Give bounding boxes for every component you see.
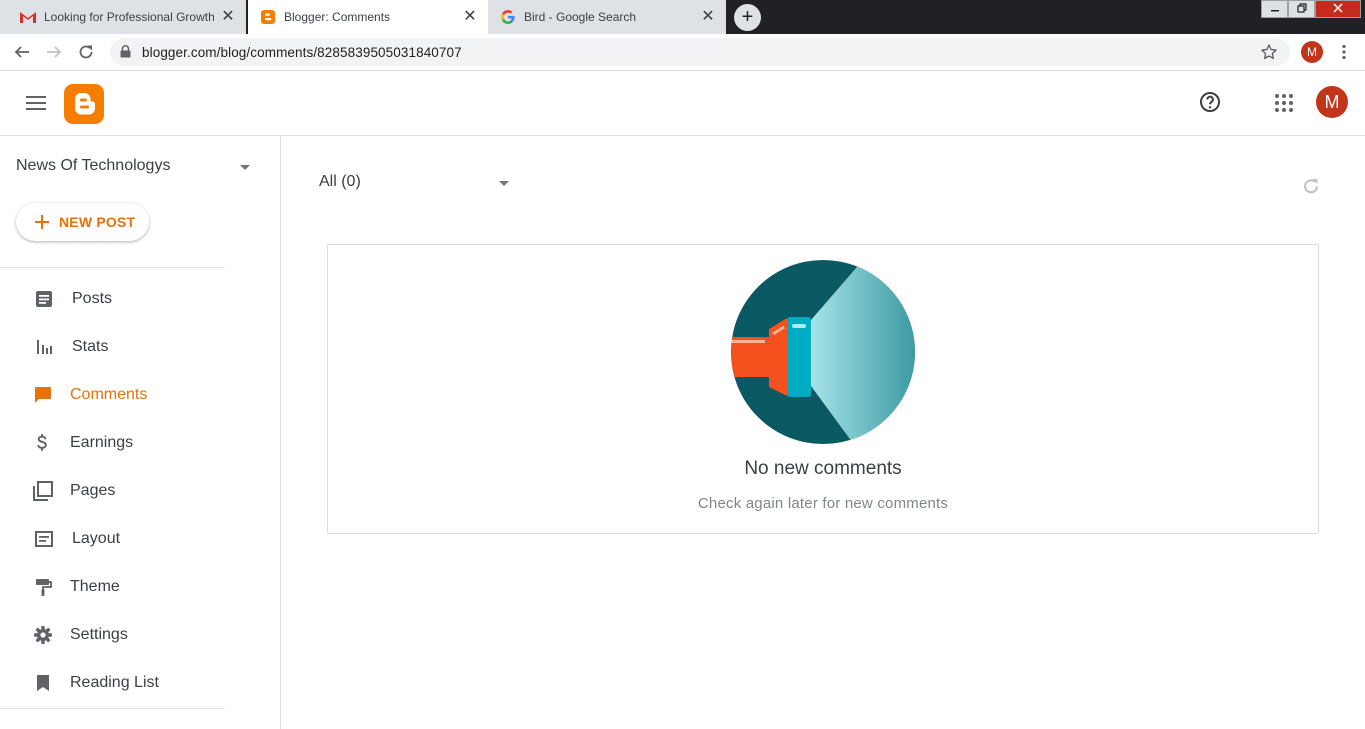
browser-profile-avatar[interactable]: M	[1301, 41, 1323, 63]
sidebar-item-label: Reading List	[70, 674, 159, 691]
minimize-window-icon[interactable]	[1261, 0, 1288, 18]
theme-icon	[31, 575, 55, 599]
sidebar-item-label: Theme	[70, 578, 120, 595]
sidebar-item-stats[interactable]: Stats	[0, 323, 281, 371]
sidebar-item-layout[interactable]: Layout	[0, 515, 281, 563]
browser-toolbar: blogger.com/blog/comments/82858395050318…	[0, 34, 1365, 71]
hamburger-menu-icon[interactable]	[24, 91, 48, 115]
address-bar[interactable]: blogger.com/blog/comments/82858395050318…	[110, 38, 1290, 66]
restore-window-icon[interactable]	[1288, 0, 1315, 18]
bookmark-star-icon[interactable]	[1260, 43, 1278, 66]
sidebar-item-label: Earnings	[70, 434, 134, 451]
help-icon[interactable]	[1198, 90, 1222, 114]
layout-icon	[32, 527, 56, 551]
blogger-icon	[260, 9, 276, 25]
lock-icon	[120, 45, 131, 63]
blog-name: News Of Technologys	[16, 157, 171, 174]
close-tab-icon[interactable]: ✕	[700, 9, 716, 25]
sidebar-item-pages[interactable]: Pages	[0, 467, 281, 515]
browser-tab-strip: Looking for Professional Growth? ✕ Blogg…	[0, 0, 1365, 34]
tab-title: Bird - Google Search	[524, 10, 637, 24]
sidebar-item-earnings[interactable]: Earnings	[0, 419, 281, 467]
new-post-button[interactable]: NEW POST	[16, 203, 149, 241]
sidebar-item-label: Stats	[72, 338, 109, 355]
sidebar-item-label: Settings	[70, 626, 128, 643]
url-text: blogger.com/blog/comments/82858395050318…	[142, 45, 462, 60]
sidebar-divider	[0, 708, 225, 709]
blogger-logo-icon[interactable]	[64, 84, 104, 124]
sidebar-item-label: Comments	[70, 386, 148, 403]
stats-icon	[32, 335, 56, 359]
browser-menu-icon[interactable]	[1336, 44, 1352, 60]
close-window-icon[interactable]	[1315, 0, 1361, 18]
comments-icon	[31, 383, 55, 407]
sidebar: News Of Technologys NEW POST Posts Stats…	[0, 136, 281, 729]
reading-list-icon	[31, 671, 55, 695]
sidebar-item-theme[interactable]: Theme	[0, 563, 281, 611]
sidebar-item-settings[interactable]: Settings	[0, 611, 281, 659]
sidebar-item-comments[interactable]: Comments	[0, 371, 281, 419]
refresh-icon[interactable]	[1299, 174, 1323, 198]
settings-icon	[31, 623, 55, 647]
google-icon	[500, 9, 516, 25]
pages-icon	[31, 479, 55, 503]
app-header: M	[0, 71, 1365, 136]
sidebar-item-label: Posts	[72, 290, 113, 307]
tab-title: Blogger: Comments	[284, 10, 391, 24]
sidebar-item-posts[interactable]: Posts	[0, 275, 281, 323]
tab-blogger-comments[interactable]: Blogger: Comments ✕	[248, 0, 488, 34]
plus-icon	[34, 214, 50, 230]
blog-selector[interactable]: News Of Technologys	[16, 157, 256, 179]
earnings-icon	[30, 431, 54, 455]
comment-filter-dropdown[interactable]: All (0)	[319, 173, 511, 195]
tab-gmail[interactable]: Looking for Professional Growth? ✕	[0, 0, 246, 34]
back-icon[interactable]	[10, 40, 34, 64]
chevron-down-icon	[499, 181, 509, 186]
empty-state-title: No new comments	[744, 458, 902, 479]
chevron-down-icon	[240, 165, 250, 170]
flashlight-illustration-icon	[731, 260, 917, 446]
posts-icon	[32, 287, 56, 311]
sidebar-item-label: Layout	[72, 530, 121, 547]
reload-icon[interactable]	[74, 40, 98, 64]
account-avatar[interactable]: M	[1316, 86, 1348, 118]
sidebar-item-reading-list[interactable]: Reading List	[0, 659, 281, 707]
filter-selected-value: All (0)	[319, 173, 361, 190]
sidebar-item-label: Pages	[70, 482, 116, 499]
empty-state-subtitle: Check again later for new comments	[697, 495, 949, 512]
new-tab-button[interactable]: +	[734, 4, 761, 31]
google-apps-icon[interactable]	[1272, 91, 1296, 115]
forward-icon[interactable]	[42, 40, 66, 64]
tab-google-search[interactable]: Bird - Google Search ✕	[488, 0, 726, 34]
new-post-label: NEW POST	[59, 214, 136, 230]
gmail-icon	[20, 9, 36, 25]
sidebar-divider	[0, 267, 225, 268]
close-tab-icon[interactable]: ✕	[220, 9, 236, 25]
tab-title: Looking for Professional Growth?	[44, 10, 214, 24]
close-tab-icon[interactable]: ✕	[462, 9, 478, 25]
